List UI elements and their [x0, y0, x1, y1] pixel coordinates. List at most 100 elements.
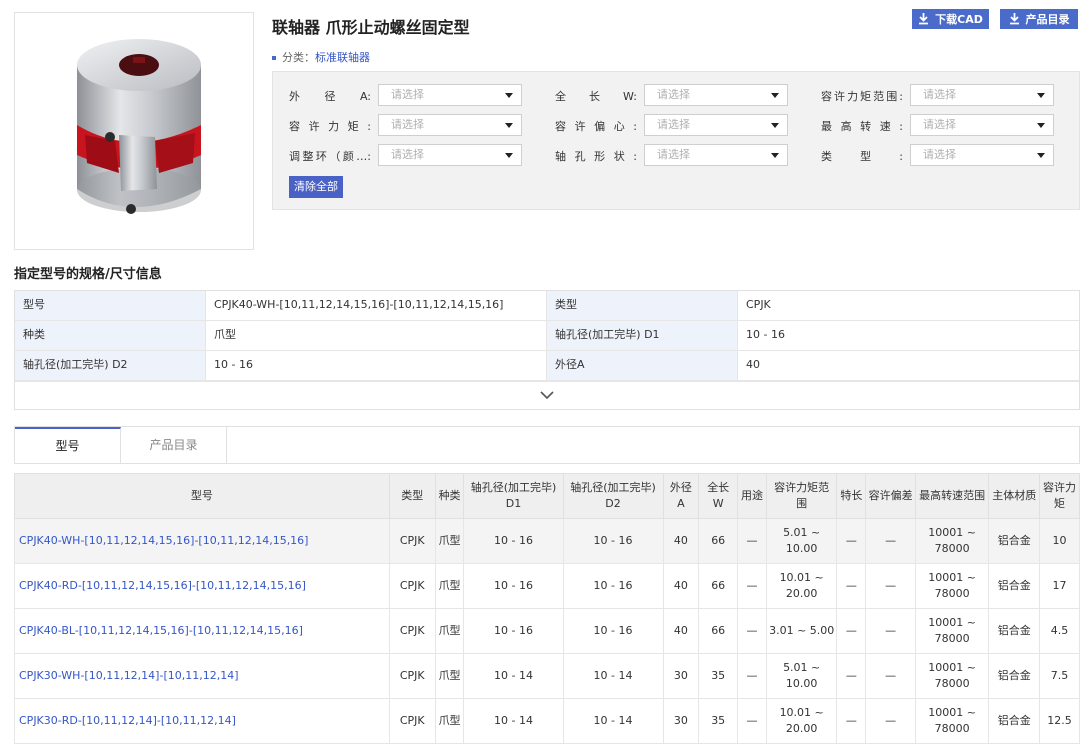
caret-down-icon: [771, 123, 779, 128]
column-header[interactable]: 容许力矩范围: [765, 473, 838, 519]
column-header[interactable]: 全长 W: [698, 473, 739, 519]
table-cell: 4.5: [1039, 608, 1080, 654]
model-link[interactable]: CPJK40-WH-[10,11,12,14,15,16]-[10,11,12,…: [14, 518, 390, 564]
filter-select-bore-shape[interactable]: 请选择: [644, 144, 788, 166]
spec-key: 外径A: [547, 351, 738, 380]
tab-catalog[interactable]: 产品目录: [121, 427, 227, 464]
table-cell: 40: [662, 563, 700, 609]
table-cell: 铝合金: [988, 563, 1041, 609]
tab-model[interactable]: 型号: [15, 427, 121, 464]
table-cell: —: [865, 518, 916, 564]
spec-key: 型号: [15, 291, 206, 320]
model-link[interactable]: CPJK30-WH-[10,11,12,14]-[10,11,12,14]: [14, 653, 390, 699]
table-cell: 5.01 ~ 10.00: [765, 518, 838, 564]
table-cell: 10 - 16: [463, 518, 564, 564]
model-link[interactable]: CPJK40-BL-[10,11,12,14,15,16]-[10,11,12,…: [14, 608, 390, 654]
table-cell: 66: [698, 563, 739, 609]
product-title: 联轴器 爪形止动螺丝固定型: [272, 18, 470, 37]
column-header[interactable]: 轴孔径(加工完毕) D1: [463, 473, 564, 519]
caret-down-icon: [771, 93, 779, 98]
spec-value: 40: [746, 358, 760, 371]
table-cell: —: [865, 563, 916, 609]
table-cell: 铝合金: [988, 608, 1041, 654]
filter-select-type[interactable]: 请选择: [910, 144, 1054, 166]
table-cell: CPJK: [388, 563, 436, 609]
table-row[interactable]: CPJK40-WH-[10,11,12,14,15,16]-[10,11,12,…: [14, 518, 1080, 564]
category-link[interactable]: 标准联轴器: [315, 51, 370, 64]
table-cell: 爪型: [434, 563, 465, 609]
spec-row: 型号 CPJK40-WH-[10,11,12,14,15,16]-[10,11,…: [15, 291, 1079, 321]
column-header[interactable]: 最高转速范围: [914, 473, 990, 519]
filter-label-type: 类型:: [821, 150, 903, 163]
column-header[interactable]: 容许偏差: [865, 473, 916, 519]
filter-select-overall-length[interactable]: 请选择: [644, 84, 788, 106]
table-row[interactable]: CPJK40-RD-[10,11,12,14,15,16]-[10,11,12,…: [14, 563, 1080, 609]
table-cell: —: [836, 698, 867, 744]
table-cell: 10001 ~ 78000: [914, 518, 990, 564]
clear-all-button[interactable]: 清除全部: [289, 176, 343, 198]
caret-down-icon: [1037, 123, 1045, 128]
filter-select-eccentricity[interactable]: 请选择: [644, 114, 788, 136]
table-cell: —: [737, 518, 767, 564]
column-header[interactable]: 型号: [14, 473, 390, 519]
filter-select-torque-range[interactable]: 请选择: [910, 84, 1054, 106]
caret-down-icon: [505, 123, 513, 128]
table-cell: 35: [698, 653, 739, 699]
table-cell: 铝合金: [988, 653, 1041, 699]
expand-toggle[interactable]: [15, 381, 1079, 409]
table-cell: 铝合金: [988, 698, 1041, 744]
table-cell: 12.5: [1039, 698, 1080, 744]
model-table: 型号 类型 种类 轴孔径(加工完毕) D1 轴孔径(加工完毕) D2 外径 A …: [14, 473, 1080, 744]
chevron-down-icon: [540, 391, 554, 400]
table-cell: 爪型: [434, 518, 465, 564]
spec-key: 轴孔径(加工完毕) D1: [547, 321, 738, 350]
table-cell: 10 - 14: [463, 698, 564, 744]
filter-label-torque-range: 容许力矩范围:: [821, 90, 903, 103]
table-cell: 10001 ~ 78000: [914, 653, 990, 699]
column-header[interactable]: 特长: [836, 473, 867, 519]
table-cell: CPJK: [388, 698, 436, 744]
spec-value: 10 - 16: [746, 328, 785, 341]
caret-down-icon: [505, 153, 513, 158]
column-header[interactable]: 类型: [388, 473, 436, 519]
table-cell: 爪型: [434, 698, 465, 744]
filter-select-outer-diameter[interactable]: 请选择: [378, 84, 522, 106]
filter-select-max-speed[interactable]: 请选择: [910, 114, 1054, 136]
download-icon: [1009, 13, 1019, 25]
download-cad-button[interactable]: 下载CAD: [912, 9, 989, 29]
table-row[interactable]: CPJK40-BL-[10,11,12,14,15,16]-[10,11,12,…: [14, 608, 1080, 654]
column-header[interactable]: 种类: [434, 473, 465, 519]
bullet-icon: [272, 56, 276, 60]
filter-select-torque[interactable]: 请选择: [378, 114, 522, 136]
filter-label-torque: 容许力矩:: [289, 120, 371, 133]
column-header[interactable]: 容许力矩: [1039, 473, 1080, 519]
table-cell: 35: [698, 698, 739, 744]
table-cell: 铝合金: [988, 518, 1041, 564]
spec-table: 型号 CPJK40-WH-[10,11,12,14,15,16]-[10,11,…: [14, 290, 1080, 410]
filter-select-adjust-ring[interactable]: 请选择: [378, 144, 522, 166]
column-header[interactable]: 外径 A: [662, 473, 700, 519]
table-row[interactable]: CPJK30-RD-[10,11,12,14]-[10,11,12,14] CP…: [14, 698, 1080, 744]
table-row[interactable]: CPJK30-WH-[10,11,12,14]-[10,11,12,14] CP…: [14, 653, 1080, 699]
table-cell: 10001 ~ 78000: [914, 698, 990, 744]
model-link[interactable]: CPJK40-RD-[10,11,12,14,15,16]-[10,11,12,…: [14, 563, 390, 609]
table-cell: 10 - 14: [463, 653, 564, 699]
table-cell: 7.5: [1039, 653, 1080, 699]
spec-heading: 指定型号的规格/尺寸信息: [14, 267, 162, 282]
caret-down-icon: [505, 93, 513, 98]
table-cell: 66: [698, 518, 739, 564]
table-cell: —: [865, 608, 916, 654]
caret-down-icon: [1037, 153, 1045, 158]
table-cell: 10001 ~ 78000: [914, 563, 990, 609]
column-header[interactable]: 主体材质: [988, 473, 1041, 519]
category-breadcrumb: 分类：标准联轴器: [272, 49, 370, 65]
filter-label-overall-length: 全长W:: [555, 90, 637, 103]
model-link[interactable]: CPJK30-RD-[10,11,12,14]-[10,11,12,14]: [14, 698, 390, 744]
column-header[interactable]: 轴孔径(加工完毕) D2: [562, 473, 664, 519]
filter-panel: 外径A: 请选择 全长W: 请选择 容许力矩范围: 请选择 容许力矩: 请选择 …: [272, 71, 1080, 210]
filter-label-outer-diameter: 外径A:: [289, 90, 371, 103]
catalog-button[interactable]: 产品目录: [1000, 9, 1078, 29]
table-cell: 10: [1039, 518, 1080, 564]
column-header[interactable]: 用途: [737, 473, 767, 519]
category-label: 分类：: [282, 51, 315, 64]
